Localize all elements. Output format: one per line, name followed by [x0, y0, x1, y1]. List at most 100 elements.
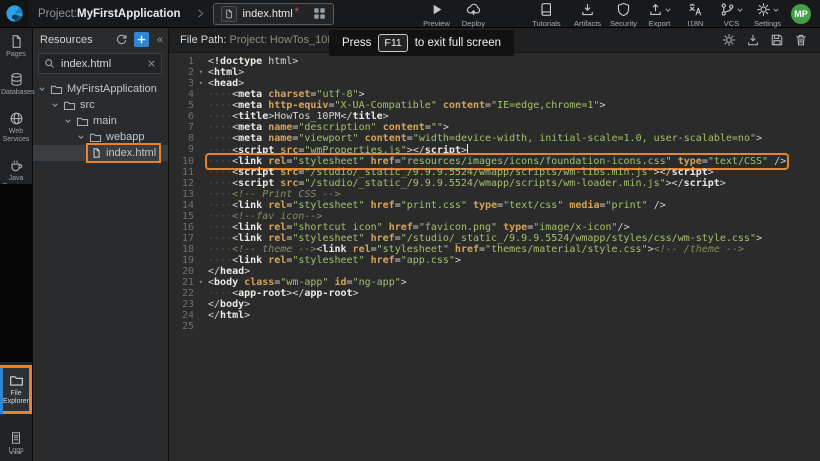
chevron-right-icon [195, 8, 206, 19]
avatar[interactable]: MP [791, 4, 811, 24]
project-title: Project:MyFirstApplication [38, 8, 181, 20]
fullscreen-tooltip: Press F11 to exit full screen [329, 30, 514, 56]
topbar-artifacts-button[interactable]: Artifacts [571, 0, 604, 28]
code-line[interactable]: 1<!doctype html> [168, 56, 820, 67]
line-number: 2▾ [168, 67, 196, 78]
collapse-panel-icon[interactable]: « [155, 34, 165, 46]
tutorials-icon [539, 2, 554, 17]
topbar-i18n-button[interactable]: I18N [679, 0, 712, 28]
tree-item-myfirstapplication[interactable]: MyFirstApplication [32, 81, 168, 97]
code-line[interactable]: 4····<meta charset="utf-8"> [168, 89, 820, 100]
tree-item-label: webapp [106, 131, 145, 143]
chevron-down-icon[interactable] [77, 133, 85, 141]
save-icon[interactable] [770, 33, 784, 47]
action-label: Security [610, 19, 637, 28]
settings-icon[interactable] [722, 33, 736, 47]
code-line[interactable]: 5····<meta http-equiv="X-UA-Compatible" … [168, 100, 820, 111]
code-line[interactable]: 16····<link rel="shortcut icon" href="fa… [168, 222, 820, 233]
code-line[interactable]: 22····<app-root></app-root> [168, 288, 820, 299]
topbar-settings-button[interactable]: Settings [751, 0, 784, 28]
code-line[interactable]: 19····<link rel="stylesheet" href="app.c… [168, 255, 820, 266]
line-number: 19 [168, 255, 196, 266]
line-number: 25 [168, 321, 196, 332]
tab-index-html[interactable]: index.html * [213, 3, 334, 25]
fold-arrow-icon[interactable]: ▾ [199, 78, 203, 89]
clear-search-icon[interactable] [147, 59, 156, 68]
tree-item-main[interactable]: main [32, 113, 168, 129]
chevron-down-icon[interactable] [38, 85, 46, 93]
topbar-security-button[interactable]: Security [607, 0, 640, 28]
add-resource-button[interactable] [134, 32, 149, 47]
sidebar-overflow-button[interactable]: ••• [0, 448, 32, 458]
code-line[interactable]: 14····<link rel="stylesheet" href="print… [168, 200, 820, 211]
annotation-highlight: ····<link rel="stylesheet" href="resourc… [208, 156, 786, 167]
line-number: 24 [168, 310, 196, 321]
sidebar-item-file-explorer[interactable]: File Explorer [3, 368, 29, 411]
topbar-tutorials-button[interactable]: Tutorials [530, 0, 563, 28]
sidebar-item-web-services[interactable]: Web Services [0, 104, 32, 151]
file-icon [221, 6, 237, 22]
code-line[interactable]: 11····<script src="/studio/_static_/9.9.… [168, 167, 820, 178]
tree-item-src[interactable]: src [32, 97, 168, 113]
code-line[interactable]: 6····<title>HowTos_10PM</title> [168, 111, 820, 122]
topbar-preview-button[interactable]: Preview [420, 0, 453, 28]
line-number: 17 [168, 233, 196, 244]
f11-key: F11 [378, 34, 407, 52]
sidebar-item-pages[interactable]: Pages [0, 27, 32, 65]
code-line[interactable]: 15····<!--fav icon--> [168, 211, 820, 222]
chevron-down-icon [664, 6, 672, 14]
chevron-down-icon[interactable] [51, 101, 59, 109]
preview-icon [429, 2, 444, 17]
modified-indicator: * [295, 6, 299, 18]
wavemaker-logo-icon[interactable] [0, 0, 28, 27]
fold-arrow-icon[interactable]: ▾ [199, 277, 203, 288]
fold-arrow-icon[interactable]: ▾ [199, 67, 203, 78]
folder-icon [9, 373, 24, 388]
code-line[interactable]: 12····<script src="/studio/_static_/9.9.… [168, 178, 820, 189]
databases-icon [9, 72, 24, 87]
top-actions-right: Artifacts Security Export I18NVCSSettings [571, 0, 784, 28]
search-input[interactable] [59, 57, 143, 71]
sidebar-spacer [0, 184, 32, 362]
tooltip-text: Press [342, 37, 371, 49]
code-line[interactable]: 7····<meta name="description" content=""… [168, 122, 820, 133]
code-line[interactable]: 21▾<body class="wm-app" id="ng-app"> [168, 277, 820, 288]
tree-item-index-html[interactable]: index.html [32, 145, 168, 161]
sidebar-item-databases[interactable]: Databases [0, 65, 32, 103]
active-item-indicator [0, 368, 3, 414]
line-number: 10 [168, 156, 196, 167]
tree-item-label: src [80, 99, 95, 111]
code-line[interactable]: 25 [168, 321, 820, 332]
code-line[interactable]: 23</body> [168, 299, 820, 310]
code-line[interactable]: 9····<script src="wmProperties.js"></scr… [168, 144, 820, 156]
refresh-icon[interactable] [115, 33, 128, 46]
sidebar-item-label: Pages [1, 51, 31, 59]
code-line[interactable]: 20</head> [168, 266, 820, 277]
code-line[interactable]: 17····<link rel="stylesheet" href="/stud… [168, 233, 820, 244]
top-bar: Project:MyFirstApplication index.html * … [0, 0, 820, 28]
import-icon[interactable] [746, 33, 760, 47]
code-line[interactable]: 3▾<head> [168, 78, 820, 89]
code-editor[interactable]: 1<!doctype html>2▾<html>3▾<head>4····<me… [168, 52, 820, 461]
topbar-export-button[interactable]: Export [643, 0, 676, 28]
line-number: 4 [168, 89, 196, 100]
code-line[interactable]: 10 ····<link rel="stylesheet" href="resou… [168, 156, 820, 167]
tree-item-webapp[interactable]: webapp [32, 129, 168, 145]
topbar-vcs-button[interactable]: VCS [715, 0, 748, 28]
line-number: 21▾ [168, 277, 196, 288]
search-icon [44, 58, 55, 69]
ide-window: Project:MyFirstApplication index.html * … [0, 0, 820, 461]
line-number: 6 [168, 111, 196, 122]
code-line[interactable]: 18····<!-- theme --><link rel="styleshee… [168, 244, 820, 255]
grid-icon[interactable] [313, 7, 326, 20]
web-services-icon [9, 111, 24, 126]
code-line[interactable]: 8····<meta name="viewport" content="widt… [168, 133, 820, 144]
line-number: 20 [168, 266, 196, 277]
topbar-deploy-button[interactable]: Deploy [457, 0, 490, 28]
delete-icon[interactable] [794, 33, 808, 47]
code-line[interactable]: 2▾<html> [168, 67, 820, 78]
chevron-down-icon[interactable] [64, 117, 72, 125]
code-line[interactable]: 13····<!-- Print CSS --> [168, 189, 820, 200]
code-line[interactable]: 24</html> [168, 310, 820, 321]
action-label: Export [649, 19, 671, 28]
